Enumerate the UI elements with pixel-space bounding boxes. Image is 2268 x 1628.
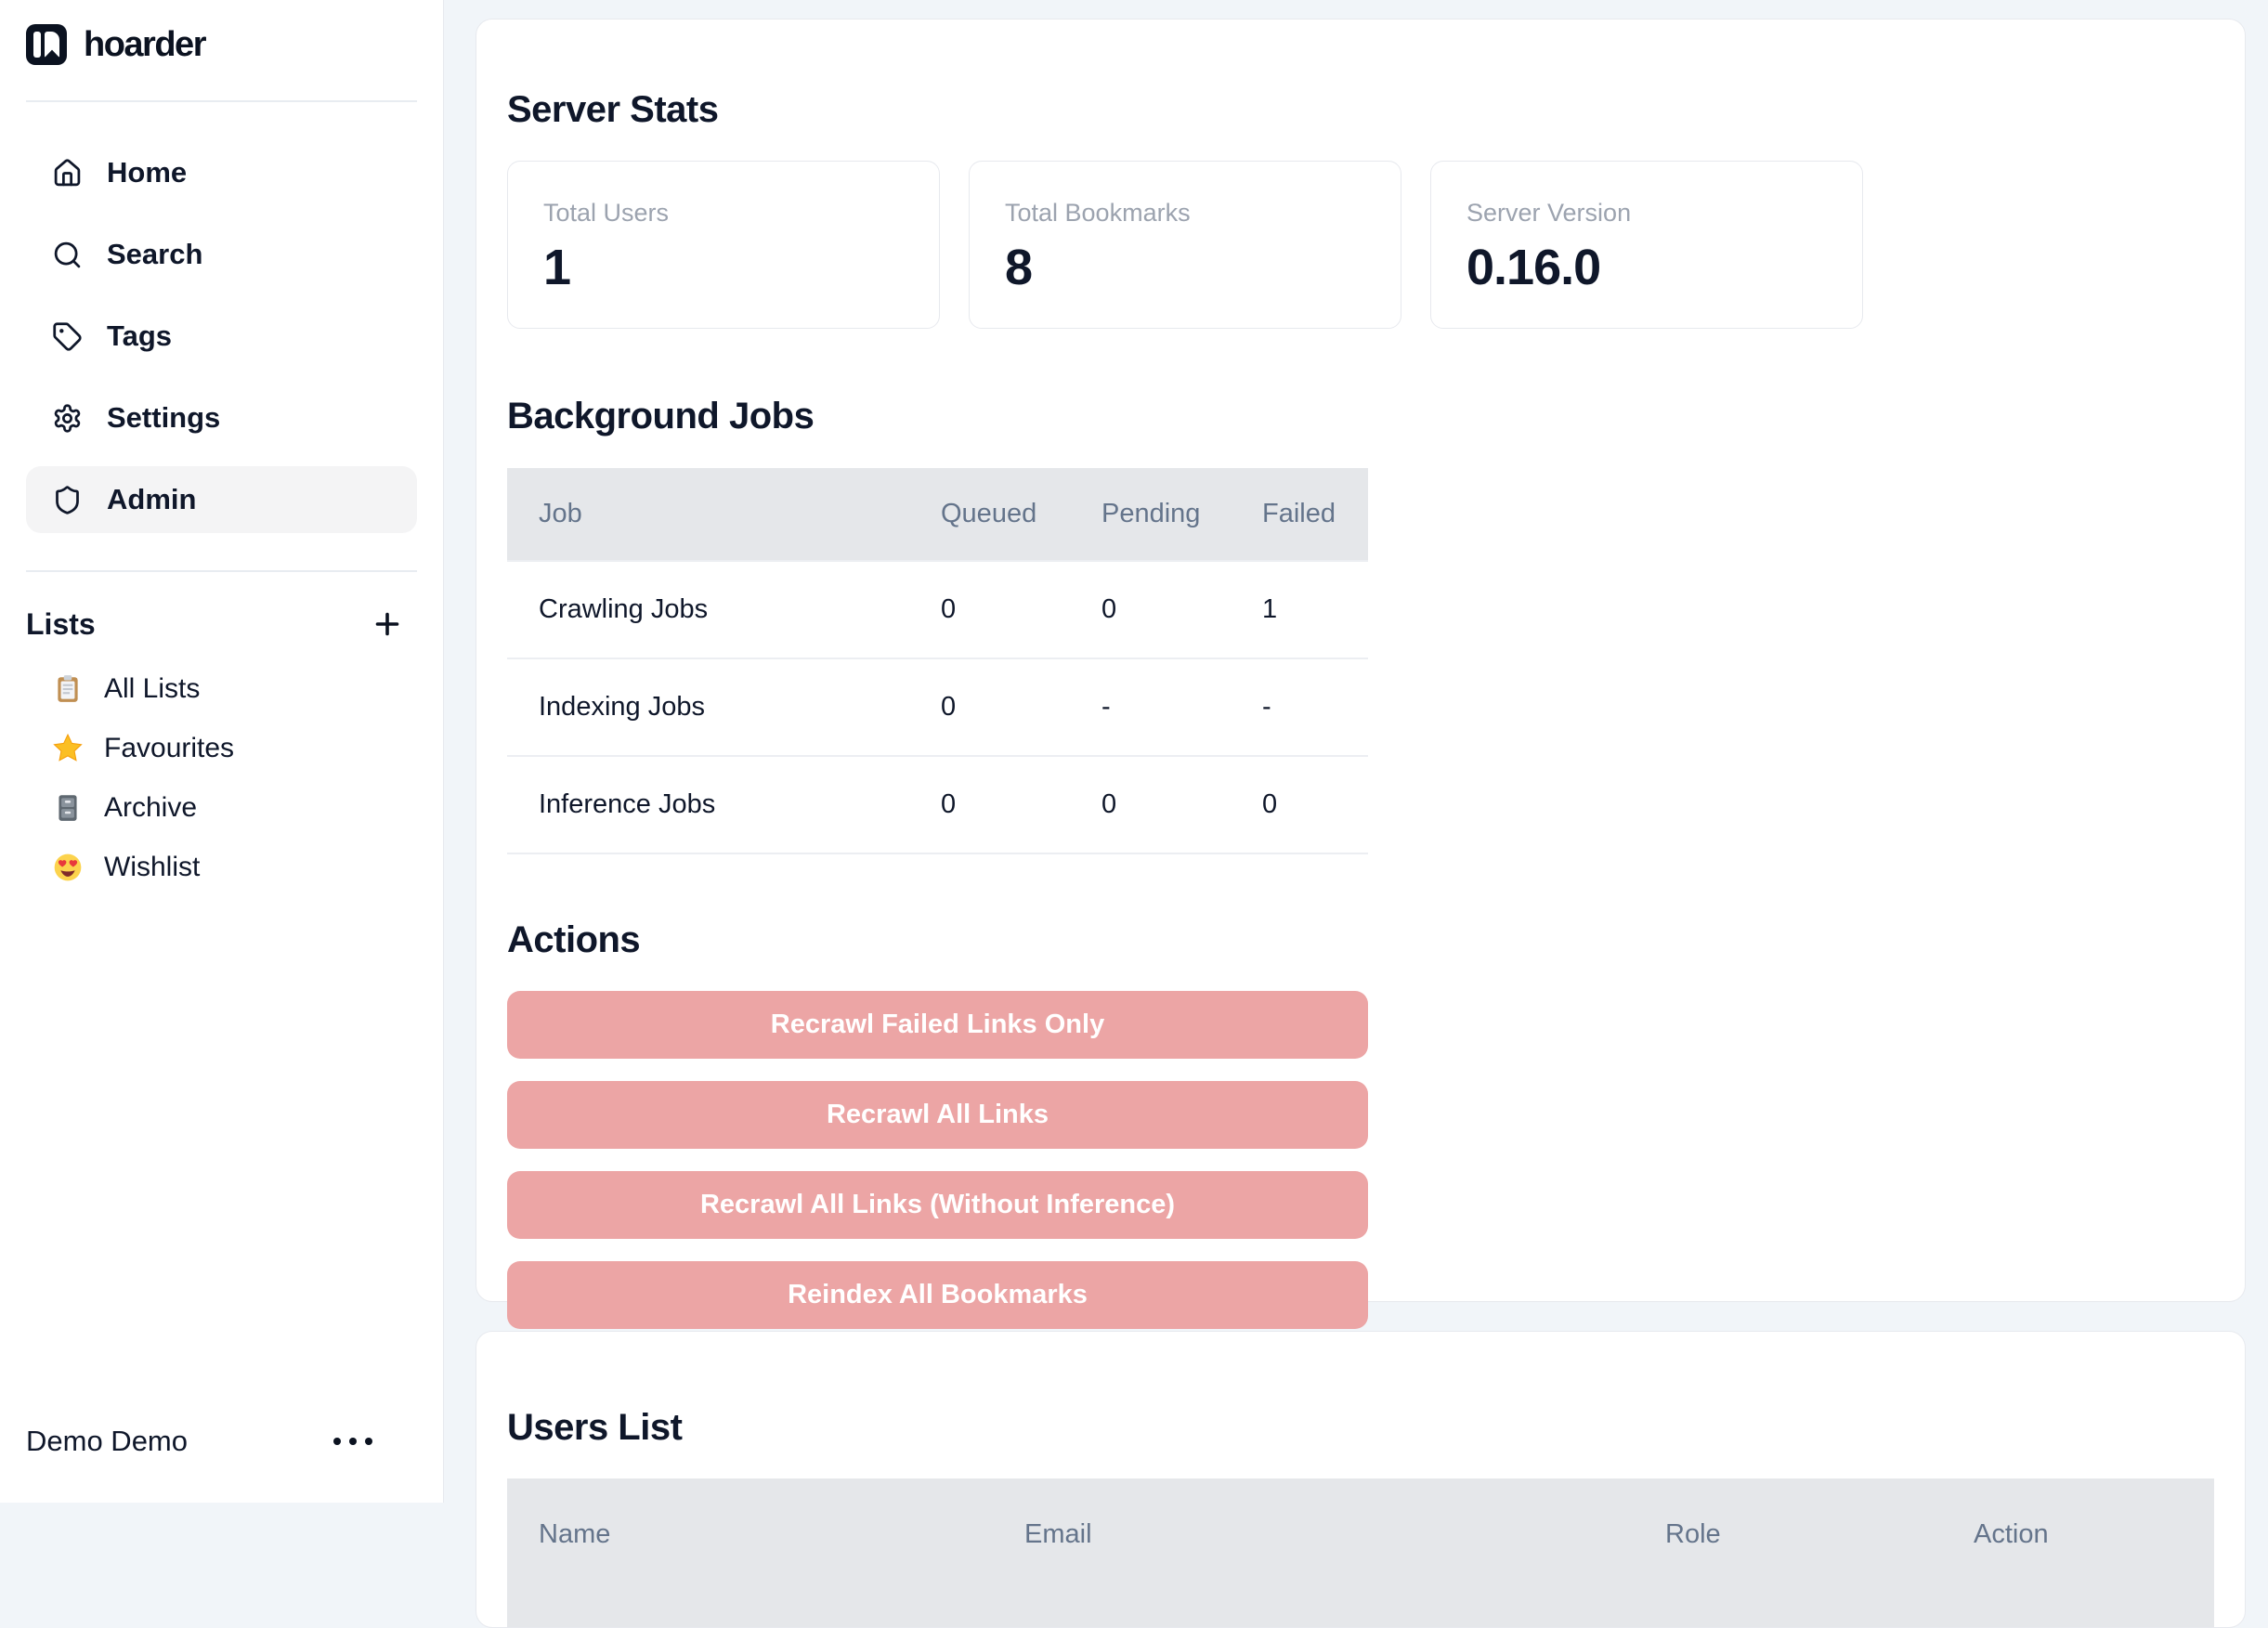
table-row-inference-jobs: Inference Jobs 0 0 0 bbox=[507, 756, 1368, 853]
stat-value: 8 bbox=[1005, 239, 1365, 296]
list-item-all-lists[interactable]: All Lists bbox=[26, 665, 417, 713]
cell-failed: - bbox=[1261, 658, 1368, 756]
stat-label: Total Users bbox=[543, 199, 904, 228]
sidebar-item-admin[interactable]: Admin bbox=[26, 466, 417, 533]
list-item-label: All Lists bbox=[104, 673, 200, 705]
users-header-role: Role bbox=[1664, 1478, 1973, 1627]
sidebar-item-home[interactable]: Home bbox=[26, 139, 417, 206]
users-list-card: Users List Name Email Role Action bbox=[476, 1331, 2246, 1628]
sidebar-item-search[interactable]: Search bbox=[26, 221, 417, 288]
reindex-all-bookmarks-button[interactable]: Reindex All Bookmarks bbox=[507, 1261, 1368, 1329]
user-name: Demo Demo bbox=[26, 1425, 188, 1458]
list-item-label: Archive bbox=[104, 792, 197, 824]
app-logo[interactable]: hoarder bbox=[26, 24, 417, 65]
list-item-label: Favourites bbox=[104, 733, 234, 764]
table-row-crawling-jobs: Crawling Jobs 0 0 1 bbox=[507, 561, 1368, 658]
ellipsis-icon bbox=[332, 1437, 374, 1446]
main-content: Server Stats Total Users 1 Total Bookmar… bbox=[444, 0, 2268, 1503]
cell-pending: 0 bbox=[1101, 561, 1261, 658]
background-jobs-table: Job Queued Pending Failed Crawling Jobs … bbox=[507, 468, 1368, 854]
jobs-header-job: Job bbox=[507, 468, 940, 561]
sidebar-divider-top bbox=[26, 100, 417, 102]
users-table: Name Email Role Action bbox=[507, 1478, 2214, 1627]
cell-job: Indexing Jobs bbox=[507, 658, 940, 756]
gear-icon bbox=[52, 403, 83, 434]
lists-header: Lists bbox=[26, 604, 417, 645]
jobs-header-failed: Failed bbox=[1261, 468, 1368, 561]
user-menu[interactable]: Demo Demo bbox=[26, 1425, 417, 1458]
actions-title: Actions bbox=[507, 919, 2214, 960]
server-stats-row: Total Users 1 Total Bookmarks 8 Server V… bbox=[507, 161, 2214, 329]
sidebar-item-settings[interactable]: Settings bbox=[26, 384, 417, 451]
jobs-header-queued: Queued bbox=[940, 468, 1101, 561]
sidebar-item-label: Home bbox=[107, 156, 187, 189]
heart-eyes-icon bbox=[52, 852, 84, 883]
stat-card-server-version: Server Version 0.16.0 bbox=[1430, 161, 1863, 329]
server-stats-title: Server Stats bbox=[507, 89, 2214, 130]
list-item-favourites[interactable]: Favourites bbox=[26, 724, 417, 773]
cell-failed: 1 bbox=[1261, 561, 1368, 658]
list-item-archive[interactable]: Archive bbox=[26, 784, 417, 832]
actions-container: Recrawl Failed Links Only Recrawl All Li… bbox=[507, 991, 1368, 1329]
list-item-label: Wishlist bbox=[104, 852, 200, 883]
jobs-table-header-row: Job Queued Pending Failed bbox=[507, 468, 1368, 561]
tag-icon bbox=[52, 321, 83, 352]
users-list-title: Users List bbox=[507, 1407, 2214, 1448]
lists-title: Lists bbox=[26, 607, 96, 642]
cell-pending: 0 bbox=[1101, 756, 1261, 853]
cell-failed: 0 bbox=[1261, 756, 1368, 853]
admin-panel-card: Server Stats Total Users 1 Total Bookmar… bbox=[476, 19, 2246, 1302]
cell-job: Inference Jobs bbox=[507, 756, 940, 853]
stat-value: 1 bbox=[543, 239, 904, 296]
sidebar-item-tags[interactable]: Tags bbox=[26, 303, 417, 370]
lists-container: All Lists Favourites Archive Wishlist bbox=[26, 665, 417, 892]
house-icon bbox=[52, 158, 83, 189]
app-title: hoarder bbox=[84, 25, 205, 65]
stat-card-total-users: Total Users 1 bbox=[507, 161, 940, 329]
file-cabinet-icon bbox=[52, 792, 84, 824]
sidebar-item-label: Settings bbox=[107, 401, 220, 435]
clipboard-icon bbox=[52, 673, 84, 705]
stat-value: 0.16.0 bbox=[1466, 239, 1827, 296]
stat-label: Server Version bbox=[1466, 199, 1827, 228]
background-jobs-title: Background Jobs bbox=[507, 396, 2214, 436]
users-header-email: Email bbox=[1023, 1478, 1664, 1627]
users-header-action: Action bbox=[1973, 1478, 2214, 1627]
table-row-indexing-jobs: Indexing Jobs 0 - - bbox=[507, 658, 1368, 756]
cell-queued: 0 bbox=[940, 756, 1101, 853]
star-icon bbox=[52, 733, 84, 764]
users-header-name: Name bbox=[507, 1478, 1023, 1627]
users-table-header-row: Name Email Role Action bbox=[507, 1478, 2214, 1627]
shield-icon bbox=[52, 485, 83, 515]
sidebar-item-label: Tags bbox=[107, 319, 172, 353]
cell-job: Crawling Jobs bbox=[507, 561, 940, 658]
sidebar-item-label: Search bbox=[107, 238, 202, 271]
hoarder-logo-icon bbox=[26, 24, 67, 65]
recrawl-all-links-button[interactable]: Recrawl All Links bbox=[507, 1081, 1368, 1149]
recrawl-failed-links-button[interactable]: Recrawl Failed Links Only bbox=[507, 991, 1368, 1059]
list-item-wishlist[interactable]: Wishlist bbox=[26, 843, 417, 892]
sidebar: hoarder Home Search Tags Settings bbox=[0, 0, 444, 1503]
plus-icon bbox=[371, 607, 404, 641]
search-icon bbox=[52, 240, 83, 270]
stat-label: Total Bookmarks bbox=[1005, 199, 1365, 228]
recrawl-all-links-without-inference-button[interactable]: Recrawl All Links (Without Inference) bbox=[507, 1171, 1368, 1239]
add-list-button[interactable] bbox=[367, 604, 408, 645]
jobs-header-pending: Pending bbox=[1101, 468, 1261, 561]
sidebar-item-label: Admin bbox=[107, 483, 196, 516]
sidebar-nav: Home Search Tags Settings Admin bbox=[26, 139, 417, 533]
cell-pending: - bbox=[1101, 658, 1261, 756]
stat-card-total-bookmarks: Total Bookmarks 8 bbox=[969, 161, 1401, 329]
cell-queued: 0 bbox=[940, 658, 1101, 756]
sidebar-divider-lists bbox=[26, 570, 417, 572]
cell-queued: 0 bbox=[940, 561, 1101, 658]
